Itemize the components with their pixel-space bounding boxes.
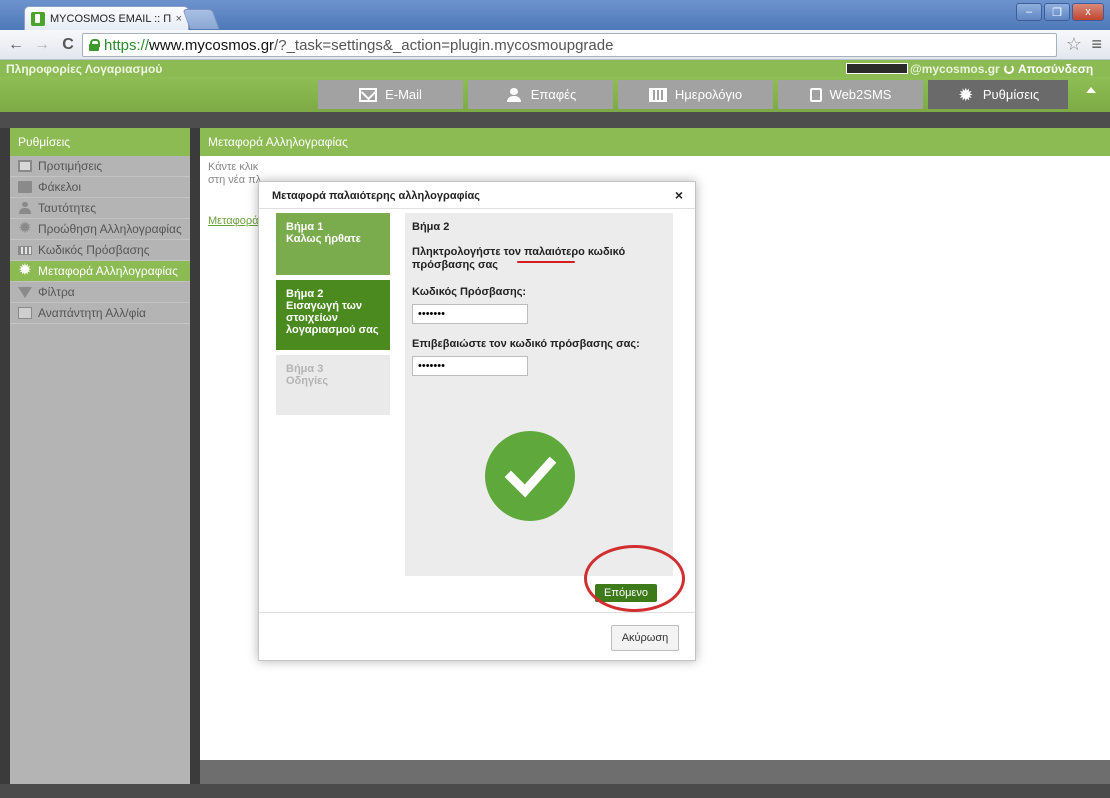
- sidebar-item-filters[interactable]: Φίλτρα: [10, 282, 190, 303]
- footer-bar: [200, 760, 1110, 784]
- sms-icon: [809, 87, 822, 102]
- tab-email[interactable]: E-Mail: [318, 80, 463, 109]
- sidebar-item-autoreply[interactable]: Αναπάντητη Αλλ/φία: [10, 303, 190, 324]
- wizard-steps: Βήμα 1 Καλως ήρθατε Βήμα 2 Εισαγωγή των …: [276, 213, 390, 415]
- next-button[interactable]: Επόμενο: [581, 580, 671, 606]
- main-navbar: E-Mail Επαφές Ημερολόγιο Web2SMS ✹ Ρυθμί…: [0, 77, 1110, 112]
- password-icon: [18, 245, 32, 255]
- minimize-button[interactable]: –: [1016, 3, 1042, 21]
- redacted-username: [846, 63, 908, 74]
- form-instruction: Πληκτρολογήστε τον παλαιότερο κωδικό πρό…: [412, 246, 626, 271]
- success-check-icon: [485, 431, 575, 521]
- tab-title: MYCOSMOS EMAIL :: Προτιμ: [50, 12, 171, 25]
- tab-contacts[interactable]: Επαφές: [468, 80, 613, 109]
- forward-arrow-icon[interactable]: →: [34, 36, 50, 54]
- url-text: https://www.mycosmos.gr/?_task=settings&…: [104, 36, 614, 54]
- dialog-title: Μεταφορά παλαιότερης αλληλογραφίας: [272, 190, 480, 202]
- browser-tab[interactable]: MYCOSMOS EMAIL :: Προτιμ ×: [24, 6, 189, 30]
- sidebar-item-identities[interactable]: Ταυτότητες: [10, 198, 190, 219]
- password-input[interactable]: [412, 304, 528, 324]
- sidebar-item-preferences[interactable]: Προτιμήσεις: [10, 156, 190, 177]
- step-1-card: Βήμα 1 Καλως ήρθατε: [276, 213, 390, 275]
- browser-toolbar: ← → C https://www.mycosmos.gr/?_task=set…: [0, 30, 1110, 60]
- password-label: Κωδικός Πρόσβασης:: [412, 286, 527, 298]
- annotation-underline: [517, 261, 575, 263]
- calendar-icon: [648, 87, 667, 102]
- window-controls: – ❐ x: [1016, 3, 1104, 21]
- tab-close-icon[interactable]: ×: [176, 13, 182, 25]
- account-bar: Πληροφορίες Λογαριασμού @mycosmos.gr Απο…: [0, 60, 1110, 77]
- power-icon: [1004, 64, 1014, 74]
- confirm-password-label: Επιβεβαιώστε τον κωδικό πρόσβασης σας:: [412, 338, 640, 350]
- sidebar-item-folders[interactable]: Φάκελοι: [10, 177, 190, 198]
- tab-web2sms[interactable]: Web2SMS: [778, 80, 923, 109]
- tab-settings[interactable]: ✹ Ρυθμίσεις: [928, 80, 1068, 109]
- dialog-divider: [259, 208, 695, 209]
- mycosmos-favicon-icon: [31, 11, 45, 26]
- cancel-button[interactable]: Ακύρωση: [611, 625, 679, 651]
- contacts-icon: [505, 87, 523, 102]
- tab-calendar[interactable]: Ημερολόγιο: [618, 80, 773, 109]
- gear-icon: ✹: [958, 84, 974, 105]
- identity-icon: [18, 202, 32, 214]
- collapse-header-icon[interactable]: [1086, 87, 1096, 93]
- browser-menu-icon[interactable]: ≡: [1091, 34, 1102, 55]
- settings-sidebar: Ρυθμίσεις Προτιμήσεις Φάκελοι Ταυτότητες…: [10, 128, 190, 798]
- footer-strip: [0, 784, 1110, 798]
- credentials-form: Βήμα 2 Πληκτρολογήστε τον παλαιότερο κωδ…: [405, 213, 673, 576]
- gear-icon: ✹: [18, 262, 32, 279]
- sidebar-item-password[interactable]: Κωδικός Πρόσβασης: [10, 240, 190, 261]
- confirm-password-input[interactable]: [412, 356, 528, 376]
- reload-icon[interactable]: C: [60, 36, 76, 54]
- logout-link[interactable]: Αποσύνδεση: [1004, 62, 1093, 76]
- account-info-link[interactable]: Πληροφορίες Λογαριασμού: [6, 62, 162, 76]
- user-email: @mycosmos.gr: [910, 62, 1000, 76]
- sidebar-item-mail-transfer[interactable]: ✹ Μεταφορά Αλληλογραφίας: [10, 261, 190, 282]
- lock-icon: [89, 39, 100, 51]
- intro-text: Κάντε κλικ στη νέα πλ: [208, 161, 262, 186]
- mail-icon: [359, 87, 378, 102]
- form-step-heading: Βήμα 2: [412, 221, 450, 233]
- address-bar[interactable]: https://www.mycosmos.gr/?_task=settings&…: [82, 33, 1057, 57]
- step-2-card: Βήμα 2 Εισαγωγή των στοιχείων λογαριασμο…: [276, 280, 390, 350]
- filter-icon: [18, 286, 32, 298]
- close-window-button[interactable]: x: [1072, 3, 1104, 21]
- transfer-dialog: Μεταφορά παλαιότερης αλληλογραφίας × Βήμ…: [258, 181, 696, 661]
- back-arrow-icon[interactable]: ←: [8, 36, 24, 54]
- header-divider: [0, 112, 1110, 128]
- step-3-card: Βήμα 3 Οδηγίες: [276, 355, 390, 415]
- sidebar-title: Ρυθμίσεις: [10, 128, 190, 156]
- gear-icon: ✹: [18, 220, 32, 237]
- autoreply-icon: [18, 307, 32, 319]
- folder-icon: [18, 181, 32, 193]
- bookmark-star-icon[interactable]: ☆: [1066, 34, 1082, 55]
- new-tab-button[interactable]: [182, 9, 220, 29]
- close-icon[interactable]: ×: [675, 187, 683, 203]
- maximize-button[interactable]: ❐: [1044, 3, 1070, 21]
- browser-titlebar: MYCOSMOS EMAIL :: Προτιμ × – ❐ x: [0, 0, 1110, 30]
- page-title: Μεταφορά Αλληλογραφίας: [200, 128, 1110, 156]
- next-button-label: Επόμενο: [595, 584, 657, 602]
- transfer-link[interactable]: Μεταφορά: [208, 215, 258, 227]
- sidebar-item-forwarding[interactable]: ✹ Προώθηση Αλληλογραφίας: [10, 219, 190, 240]
- dialog-footer-divider: [259, 612, 695, 613]
- monitor-icon: [18, 160, 32, 172]
